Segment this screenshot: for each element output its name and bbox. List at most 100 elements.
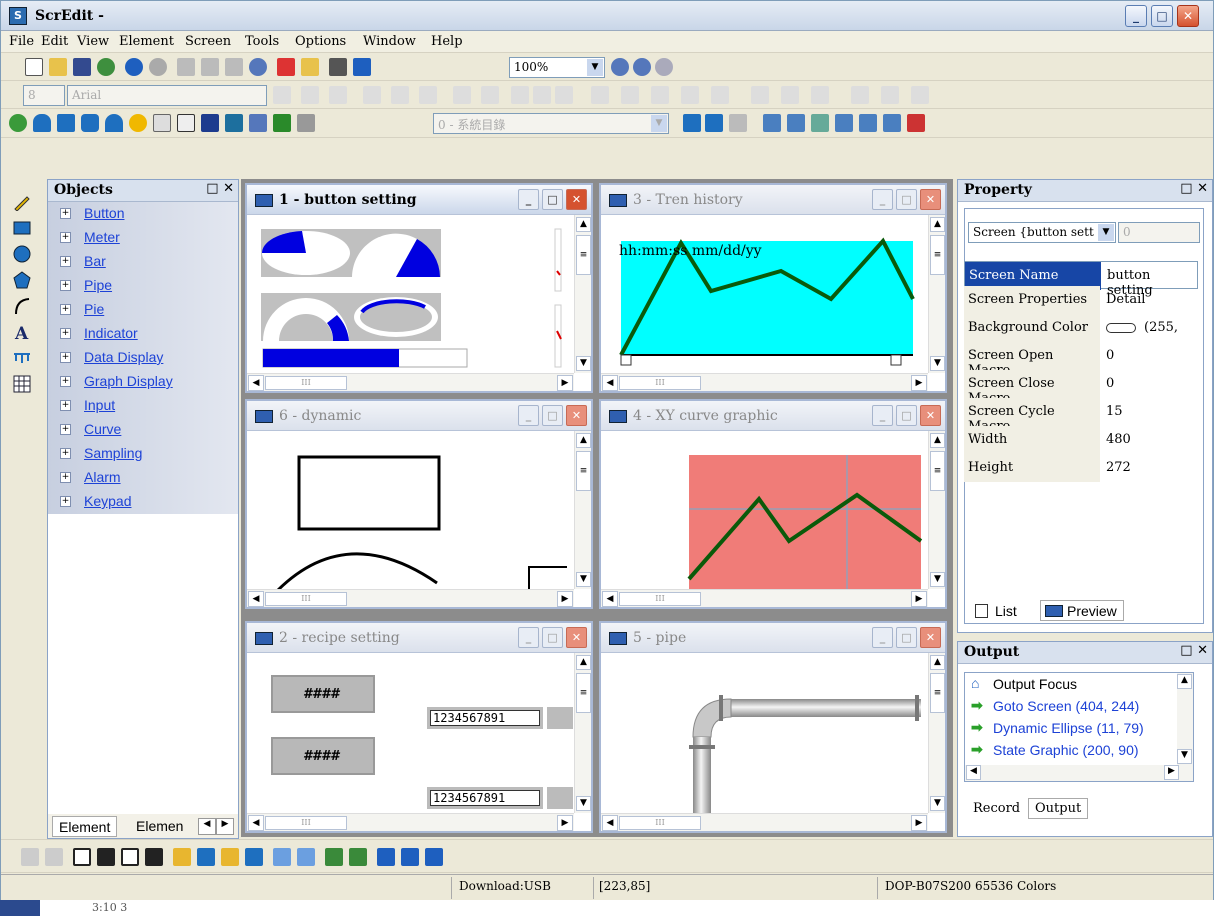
layout-icon[interactable] — [811, 86, 829, 104]
expand-icon[interactable]: + — [60, 280, 71, 291]
import-icon[interactable] — [763, 114, 781, 132]
object-selector[interactable]: Screen {button sett ▼ — [968, 222, 1116, 243]
redo-icon[interactable] — [149, 58, 167, 76]
scroll-up-icon[interactable]: ▲ — [930, 433, 945, 448]
expand-icon[interactable]: + — [60, 376, 71, 387]
property-value[interactable]: 0 — [1106, 376, 1114, 391]
scroll-right-icon[interactable]: ▶ — [911, 815, 927, 831]
layout-icon[interactable] — [621, 86, 639, 104]
tree-item-button[interactable]: + Button — [48, 202, 238, 226]
scroll-right-icon[interactable]: ▶ — [1164, 765, 1179, 780]
print-icon[interactable] — [329, 58, 347, 76]
screen-icon[interactable] — [835, 114, 853, 132]
backward-icon[interactable] — [145, 848, 163, 866]
property-value[interactable]: (255, — [1144, 320, 1178, 335]
scroll-thumb[interactable]: ≡ — [930, 673, 945, 713]
align-icon[interactable] — [363, 86, 381, 104]
state-0-icon[interactable] — [683, 114, 701, 132]
tab-right-icon[interactable]: ▶ — [216, 818, 234, 835]
line-icon[interactable] — [591, 86, 609, 104]
font-size-select[interactable]: 8 — [23, 85, 65, 106]
center-h-icon[interactable] — [273, 848, 291, 866]
expand-icon[interactable]: + — [60, 208, 71, 219]
circle-icon[interactable] — [13, 245, 31, 263]
scroll-left-icon[interactable]: ◀ — [248, 591, 264, 607]
maximize-button[interactable]: □ — [542, 627, 563, 648]
italic-icon[interactable] — [533, 86, 551, 104]
undo-icon[interactable] — [125, 58, 143, 76]
scroll-thumb[interactable]: III — [265, 592, 347, 606]
expand-icon[interactable]: + — [60, 328, 71, 339]
tree-item-alarm[interactable]: + Alarm — [48, 466, 238, 490]
numeric-display-icon[interactable] — [153, 114, 171, 132]
polygon-icon[interactable] — [13, 271, 31, 289]
scroll-right-icon[interactable]: ▶ — [911, 375, 927, 391]
scroll-thumb[interactable]: III — [265, 376, 347, 390]
find-icon[interactable] — [249, 58, 267, 76]
property-value[interactable]: 15 — [1106, 404, 1123, 419]
menu-tools[interactable]: Tools — [245, 34, 279, 49]
open-folder-icon[interactable] — [49, 58, 67, 76]
indicator-icon[interactable] — [129, 114, 147, 132]
maximize-button[interactable]: □ — [896, 627, 917, 648]
horizontal-scrollbar[interactable]: ◀ III ▶ — [601, 813, 928, 831]
tree-item-graph-display[interactable]: + Graph Display — [48, 370, 238, 394]
scroll-thumb[interactable]: ≡ — [576, 235, 591, 275]
pie-icon[interactable] — [105, 114, 123, 132]
panel-close-icon[interactable]: □ ✕ — [206, 181, 234, 196]
property-row[interactable]: Screen Open Macro 0 — [964, 342, 1198, 378]
keypad-icon[interactable] — [297, 114, 315, 132]
layout-icon[interactable] — [851, 86, 869, 104]
layout-icon[interactable] — [681, 86, 699, 104]
property-row[interactable]: Width 480 — [964, 426, 1198, 454]
group-icon[interactable] — [21, 848, 39, 866]
zoom-out-icon[interactable] — [633, 58, 651, 76]
recipe-button[interactable]: #### — [271, 675, 375, 713]
save-icon[interactable] — [73, 58, 91, 76]
tree-item-pipe[interactable]: + Pipe — [48, 274, 238, 298]
distribute-icon[interactable] — [425, 848, 443, 866]
alarm-icon[interactable] — [273, 114, 291, 132]
close-button[interactable]: ✕ — [920, 189, 941, 210]
scroll-up-icon[interactable]: ▲ — [1177, 674, 1192, 689]
align-left-icon[interactable] — [173, 848, 191, 866]
layer-select[interactable]: 0 - 系統目錄 ▼ — [433, 113, 669, 134]
scroll-thumb[interactable]: ≡ — [930, 235, 945, 275]
minimize-button[interactable]: _ — [518, 189, 539, 210]
menu-edit[interactable]: Edit — [41, 34, 68, 49]
compile-icon[interactable] — [277, 58, 295, 76]
download-icon[interactable] — [353, 58, 371, 76]
output-item[interactable]: ➡ Goto Screen (404, 244) — [965, 695, 1193, 717]
screen-window-5[interactable]: 5 - pipe _ □ ✕ ▲ ≡ ▼ ◀ III ▶ — [599, 621, 947, 833]
vertical-scrollbar[interactable]: ▲ ≡ ▼ — [928, 653, 945, 813]
tree-item-curve[interactable]: + Curve — [48, 418, 238, 442]
tab-record[interactable]: Record — [966, 798, 1027, 819]
output-item[interactable]: ➡ State Graphic (200, 90) — [965, 739, 1193, 761]
align-bottom-icon[interactable] — [245, 848, 263, 866]
screen-icon[interactable] — [907, 114, 925, 132]
image-icon[interactable] — [811, 114, 829, 132]
scroll-left-icon[interactable]: ◀ — [602, 815, 618, 831]
vertical-scrollbar[interactable]: ▲ ▼ — [1177, 673, 1193, 765]
text-icon[interactable]: A — [13, 323, 31, 341]
sampling-icon[interactable] — [249, 114, 267, 132]
expand-icon[interactable]: + — [60, 232, 71, 243]
text-format-icon[interactable] — [273, 86, 291, 104]
layout-icon[interactable] — [911, 86, 929, 104]
scroll-up-icon[interactable]: ▲ — [576, 655, 591, 670]
scroll-thumb[interactable]: III — [619, 376, 701, 390]
screen-icon[interactable] — [883, 114, 901, 132]
text-format-icon[interactable] — [329, 86, 347, 104]
screen-window-2[interactable]: 2 - recipe setting _ □ ✕ #### #### 12345… — [245, 621, 593, 833]
menu-screen[interactable]: Screen — [185, 34, 231, 49]
bring-front-icon[interactable] — [73, 848, 91, 866]
vertical-scrollbar[interactable]: ▲ ≡ ▼ — [574, 431, 591, 589]
text-format-icon[interactable] — [301, 86, 319, 104]
align-icon[interactable] — [419, 86, 437, 104]
chevron-down-icon[interactable]: ▼ — [1098, 224, 1114, 241]
maximize-button[interactable]: □ — [896, 189, 917, 210]
chevron-down-icon[interactable]: ▼ — [651, 115, 667, 132]
maximize-button[interactable]: □ — [1151, 5, 1173, 27]
tree-item-indicator[interactable]: + Indicator — [48, 322, 238, 346]
expand-icon[interactable]: + — [60, 400, 71, 411]
